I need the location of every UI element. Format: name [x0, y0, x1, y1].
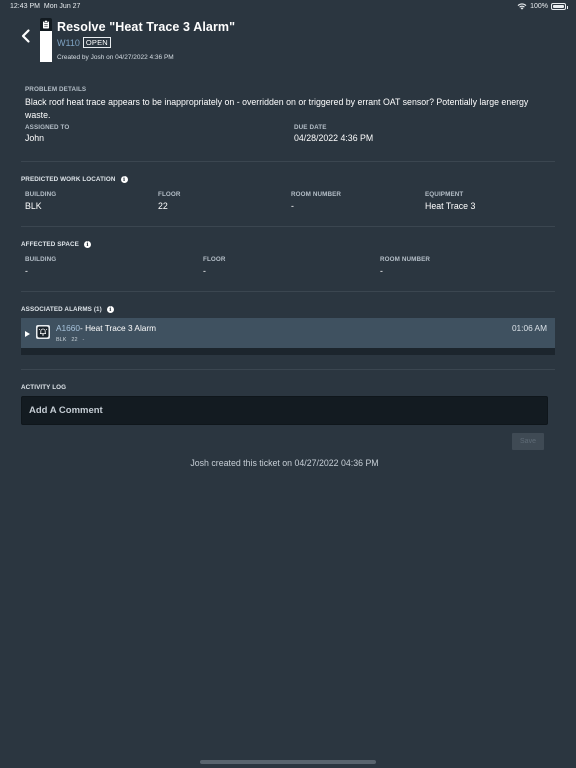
info-icon[interactable]: i [106, 306, 114, 313]
work-order-number: W110 [57, 37, 80, 48]
alarm-name: - Heat Trace 3 Alarm [80, 323, 157, 333]
predicted-room-value: - [291, 201, 294, 211]
predicted-floor-value: 22 [158, 201, 168, 211]
comment-input[interactable] [21, 396, 548, 425]
predicted-room-label: ROOM NUMBER [291, 191, 342, 198]
divider [21, 291, 555, 292]
affected-space-header: AFFECTED SPACE i [21, 241, 91, 248]
activity-log-title: ACTIVITY LOG [21, 384, 67, 391]
alarm-floor: 22 [71, 337, 78, 343]
info-icon[interactable]: i [120, 176, 128, 183]
alarm-meta: BLK 22 - [56, 337, 84, 343]
affected-building-value: - [25, 266, 28, 276]
ticket-tag-body [40, 31, 52, 62]
battery-level [553, 5, 564, 8]
predicted-location-title: PREDICTED WORK LOCATION [21, 176, 116, 183]
alarm-bell-icon [36, 325, 50, 339]
affected-building-label: BUILDING [25, 256, 57, 263]
affected-floor-value: - [203, 266, 206, 276]
status-indicators: 100% [517, 3, 568, 10]
info-icon[interactable]: i [83, 241, 91, 248]
clipboard-icon [40, 18, 52, 31]
ticket-subline: W110 OPEN [57, 37, 111, 48]
alarm-building: BLK [56, 337, 67, 343]
predicted-equipment-value: Heat Trace 3 [425, 201, 476, 211]
created-by-text: Created by Josh on 04/27/2022 4:36 PM [57, 54, 174, 61]
assigned-to-value: John [25, 133, 45, 143]
status-badge: OPEN [82, 37, 111, 48]
alarm-row-footer [21, 348, 555, 355]
status-date: Mon Jun 27 [43, 3, 81, 10]
alarm-row[interactable]: A1660- Heat Trace 3 Alarm BLK 22 - 01:06… [21, 318, 555, 348]
alarm-id: A1660 [56, 323, 80, 333]
due-date-value: 04/28/2022 4:36 PM [294, 133, 374, 143]
alarm-room: - [82, 337, 85, 343]
associated-alarms-header: ASSOCIATED ALARMS (1) i [21, 306, 114, 313]
divider [21, 226, 555, 227]
battery-icon [551, 3, 568, 10]
predicted-equipment-label: EQUIPMENT [425, 191, 464, 198]
affected-space-title: AFFECTED SPACE [21, 241, 79, 248]
save-button[interactable]: Save [512, 433, 544, 450]
page-title: Resolve "Heat Trace 3 Alarm" [57, 20, 236, 34]
alarm-title: A1660- Heat Trace 3 Alarm [56, 323, 156, 333]
wifi-icon [517, 3, 527, 10]
affected-room-label: ROOM NUMBER [380, 256, 431, 263]
affected-floor-label: FLOOR [203, 256, 226, 263]
status-bar: 12:43 PM Mon Jun 27 100% [0, 0, 576, 14]
ticket-tag [40, 18, 52, 62]
due-date-label: DUE DATE [294, 124, 327, 131]
chevron-left-icon [21, 29, 30, 43]
status-time: 12:43 PM Mon Jun 27 [10, 3, 80, 10]
divider [21, 369, 555, 370]
assigned-to-label: ASSIGNED TO [25, 124, 70, 131]
status-clock: 12:43 PM [10, 3, 40, 10]
predicted-floor-label: FLOOR [158, 191, 181, 198]
back-button[interactable] [17, 27, 35, 45]
divider [21, 161, 555, 162]
problem-details-label: PROBLEM DETAILS [25, 86, 87, 93]
expand-caret-icon[interactable] [25, 331, 30, 337]
predicted-location-header: PREDICTED WORK LOCATION i [21, 176, 128, 183]
predicted-building-value: BLK [25, 201, 42, 211]
activity-log-entry: Josh created this ticket on 04/27/2022 0… [190, 458, 379, 468]
predicted-building-label: BUILDING [25, 191, 57, 198]
affected-room-value: - [380, 266, 383, 276]
alarm-time: 01:06 AM [511, 323, 547, 333]
battery-percent: 100% [530, 3, 548, 10]
associated-alarms-title: ASSOCIATED ALARMS (1) [21, 306, 102, 313]
problem-details-text: Black roof heat trace appears to be inap… [25, 97, 529, 120]
home-indicator[interactable] [200, 760, 376, 764]
